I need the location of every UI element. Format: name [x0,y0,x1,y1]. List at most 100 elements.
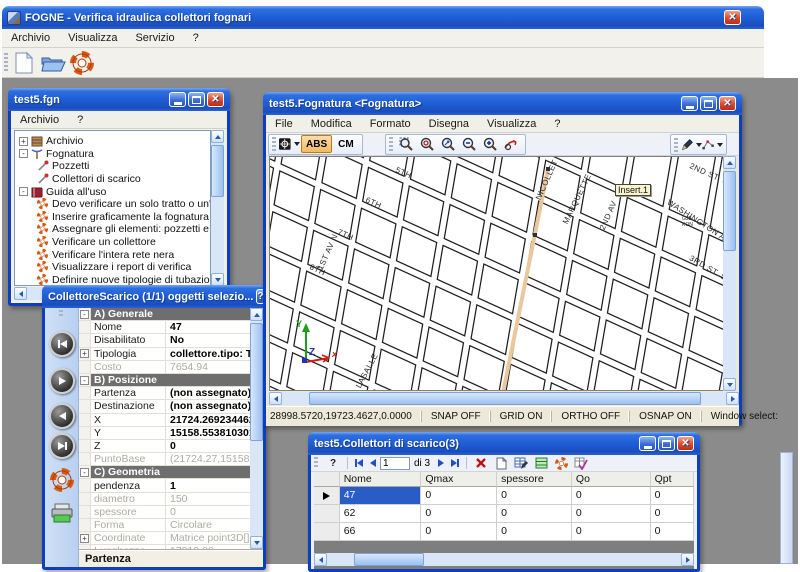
new-document-button[interactable] [10,50,37,75]
tree-item[interactable]: +Archivio [15,135,210,148]
table-maximize-button[interactable] [658,436,675,451]
property-row[interactable]: X21724.2692344622 [79,414,256,427]
property-value[interactable]: 1 [166,479,256,491]
edit-nodes-button[interactable] [702,136,723,154]
record-first-button-table[interactable] [352,457,366,470]
verify-button[interactable] [572,455,590,471]
record-last-button[interactable] [49,433,75,459]
map-menu-item-modifica[interactable]: Modifica [302,115,361,133]
property-section-row[interactable]: -B) Posizione [79,374,256,387]
tree-menu-item-archivio[interactable]: Archivio [11,111,68,129]
coordinate-target-button[interactable] [279,135,300,153]
property-row[interactable]: +CoordinateMatrice point3D[] [79,532,256,545]
help-button[interactable] [68,50,95,75]
property-value[interactable]: 0 [166,506,256,518]
table-close-button[interactable]: ✕ [677,436,694,451]
status-ortho[interactable]: ORTHO OFF [551,411,629,422]
map-toolgroup2-handle[interactable] [389,137,393,151]
expand-plus-icon[interactable]: + [19,137,28,146]
zoom-in-button[interactable] [480,135,501,153]
tree-minimize-button[interactable] [169,92,186,107]
table-titlebar[interactable]: test5.Collettori di scarico(3) ✕ [308,432,700,455]
property-value[interactable]: Circolare [166,519,256,531]
abs-toggle-button[interactable]: ABS [301,135,332,153]
property-row[interactable]: PuntoBase(21724.27,15158.55,0.00 [79,453,256,466]
property-section-row[interactable]: -C) Geometria [79,466,256,479]
collapse-minus-icon[interactable]: - [80,310,89,319]
property-section-row[interactable]: -A) Generale [79,308,256,321]
tree-item[interactable]: Inserire graficamente la fognatura [15,211,210,224]
tree-item[interactable]: Devo verificare un solo tratto o un'inte… [15,198,210,211]
table-cell[interactable]: 0 [651,487,694,505]
tree-vscrollbar[interactable] [211,130,224,286]
record-last-button-table[interactable] [448,457,462,470]
properties-strip-handle[interactable] [59,310,63,316]
properties-vscrollbar[interactable] [250,308,263,549]
property-value[interactable]: (non assegnato) [166,400,256,412]
record-prev-button-table[interactable] [366,457,380,470]
property-value[interactable]: 47 [166,321,256,333]
table-cell[interactable]: 0 [421,487,497,505]
property-value[interactable]: Matrice point3D[] [166,532,256,544]
tree-menu-item-[interactable]: ? [68,111,92,129]
map-scroll-left[interactable] [269,392,282,405]
status-grid[interactable]: GRID ON [490,411,552,422]
toolbar-drag-handle[interactable] [4,53,8,73]
main-menu-item-archivio[interactable]: Archivio [2,29,59,47]
record-next-button[interactable] [49,368,75,394]
zoom-selected-button[interactable] [438,135,459,153]
property-value[interactable]: No [166,334,256,346]
tree-window-titlebar[interactable]: test5.fgn ✕ [8,88,230,111]
map-hscrollbar[interactable] [269,392,739,405]
property-row[interactable]: Partenza(non assegnato) [79,387,256,400]
map-scroll-down[interactable] [723,378,736,391]
property-value[interactable]: 7654.94 [166,361,256,373]
table-scroll-right[interactable] [681,553,694,566]
properties-titlebar[interactable]: CollettoreScarico (1/1) oggetti selezio.… [42,285,266,308]
property-row[interactable]: pendenza1 [79,479,256,492]
main-menu-item-visualizza[interactable]: Visualizza [59,29,126,47]
property-row[interactable]: spessore0 [79,506,256,519]
property-value[interactable]: collettore.tipo: Tubaz [166,348,256,360]
property-value[interactable]: 0 [166,440,256,452]
tree-scroll-up[interactable] [211,130,224,143]
property-row[interactable]: Y15158.5538103017 [79,427,256,440]
property-row[interactable]: FormaCircolare [79,519,256,532]
table-minimize-button[interactable] [639,436,656,451]
draw-pencil-button[interactable] [681,136,702,154]
edit-grid-button[interactable] [512,455,530,471]
map-menu-item-visualizza[interactable]: Visualizza [478,115,545,133]
nodes-dropdown-arrow[interactable] [717,143,723,147]
tree-scroll-thumb[interactable] [211,145,224,197]
table-hscrollbar[interactable] [314,553,694,566]
property-value[interactable]: (non assegnato) [166,387,256,399]
column-header[interactable]: Qmax [421,472,497,487]
row-selector[interactable] [314,523,340,541]
map-titlebar[interactable]: test5.Fognatura <Fognatura> ✕ [263,92,742,115]
status-osnap[interactable]: OSNAP ON [629,411,701,422]
map-toolgroup3-handle[interactable] [674,138,678,152]
zoom-window-button[interactable] [396,135,417,153]
tree-close-button[interactable]: ✕ [207,92,224,107]
target-dropdown-arrow[interactable] [294,142,300,146]
map-minimize-button[interactable] [681,96,698,111]
property-row[interactable]: diametro150 [79,493,256,506]
tree-item[interactable]: Pozzetti [15,160,210,173]
table-scroll-left[interactable] [314,553,327,566]
table-cell[interactable]: 0 [572,505,651,523]
main-menu-item-[interactable]: ? [184,29,208,47]
map-scroll-up[interactable] [723,156,736,169]
main-menu-item-servizio[interactable]: Servizio [126,29,183,47]
tree-item[interactable]: -Guida all'uso [15,185,210,198]
zoom-out-button[interactable] [459,135,480,153]
property-row[interactable]: +Tipologiacollettore.tipo: Tubaz [79,348,256,361]
tree-scroll-left[interactable] [14,287,27,300]
row-selector[interactable] [314,505,340,523]
table-cell[interactable]: 0 [572,523,651,541]
expand-plus-icon[interactable]: + [80,534,89,543]
table-cell[interactable]: 0 [572,487,651,505]
collapse-minus-icon[interactable]: - [19,187,28,196]
tree-item[interactable]: Visualizzare i report di verifica [15,261,210,274]
column-header[interactable]: spessore [497,472,572,487]
record-number-input[interactable] [380,457,410,470]
